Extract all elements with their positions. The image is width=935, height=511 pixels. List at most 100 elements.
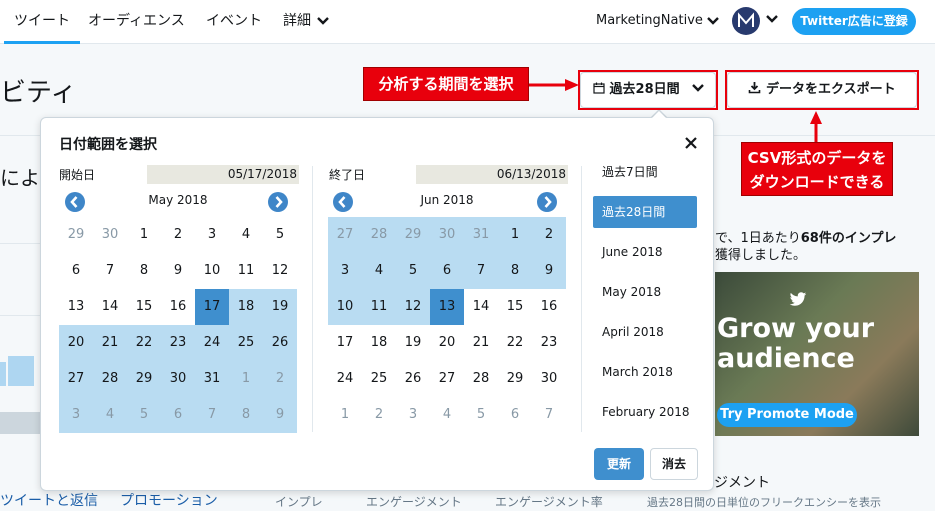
start-day-cell[interactable]: 15: [127, 289, 161, 325]
start-day-cell[interactable]: 2: [161, 217, 195, 253]
end-day-cell[interactable]: 12: [396, 289, 430, 325]
prev-month-button[interactable]: [65, 192, 85, 212]
end-day-cell[interactable]: 6: [498, 397, 532, 433]
end-day-cell[interactable]: 22: [498, 325, 532, 361]
preset-item[interactable]: April 2018: [593, 316, 697, 348]
end-day-cell[interactable]: 26: [396, 361, 430, 397]
tab-audience[interactable]: オーディエンス: [88, 0, 185, 44]
tab-promotions[interactable]: プロモーション: [120, 490, 218, 510]
start-day-cell[interactable]: 3: [195, 217, 229, 253]
tab-more[interactable]: 詳細: [283, 0, 330, 44]
end-day-cell[interactable]: 27: [328, 217, 362, 253]
end-day-cell[interactable]: 4: [430, 397, 464, 433]
start-day-cell[interactable]: 6: [161, 397, 195, 433]
end-day-cell[interactable]: 25: [362, 361, 396, 397]
prev-month-button[interactable]: [333, 192, 353, 212]
end-day-cell[interactable]: 5: [396, 253, 430, 289]
start-day-cell[interactable]: 9: [263, 397, 297, 433]
start-day-cell[interactable]: 27: [59, 361, 93, 397]
start-day-cell[interactable]: 11: [229, 253, 263, 289]
start-day-cell[interactable]: 8: [127, 253, 161, 289]
end-day-cell[interactable]: 27: [430, 361, 464, 397]
start-day-cell[interactable]: 23: [161, 325, 195, 361]
avatar[interactable]: [732, 7, 760, 35]
start-day-cell[interactable]: 1: [127, 217, 161, 253]
end-day-cell[interactable]: 17: [328, 325, 362, 361]
start-day-cell[interactable]: 10: [195, 253, 229, 289]
end-day-cell[interactable]: 29: [498, 361, 532, 397]
start-day-cell[interactable]: 24: [195, 325, 229, 361]
end-day-cell[interactable]: 4: [362, 253, 396, 289]
end-day-cell[interactable]: 21: [464, 325, 498, 361]
start-day-cell[interactable]: 2: [263, 361, 297, 397]
end-day-cell[interactable]: 13: [430, 289, 464, 325]
start-day-cell[interactable]: 20: [59, 325, 93, 361]
tab-events[interactable]: イベント: [206, 0, 262, 44]
end-day-cell[interactable]: 31: [464, 217, 498, 253]
start-day-cell[interactable]: 3: [59, 397, 93, 433]
start-day-cell[interactable]: 5: [127, 397, 161, 433]
start-day-cell[interactable]: 17: [195, 289, 229, 325]
end-day-cell[interactable]: 7: [464, 253, 498, 289]
start-day-cell[interactable]: 14: [93, 289, 127, 325]
twitter-ads-button[interactable]: Twitter広告に登録: [792, 8, 916, 35]
tab-tweets-replies[interactable]: ツイートと返信: [0, 490, 98, 510]
end-day-cell[interactable]: 5: [464, 397, 498, 433]
start-date-input[interactable]: 05/17/2018: [147, 165, 299, 184]
next-month-button[interactable]: [537, 192, 557, 212]
end-day-cell[interactable]: 14: [464, 289, 498, 325]
start-day-cell[interactable]: 30: [93, 217, 127, 253]
chevron-down-icon[interactable]: [766, 14, 778, 24]
end-day-cell[interactable]: 9: [532, 253, 566, 289]
end-day-cell[interactable]: 15: [498, 289, 532, 325]
update-button[interactable]: 更新: [594, 448, 644, 480]
start-day-cell[interactable]: 30: [161, 361, 195, 397]
end-date-input[interactable]: 06/13/2018: [416, 165, 568, 184]
start-day-cell[interactable]: 18: [229, 289, 263, 325]
end-day-cell[interactable]: 8: [498, 253, 532, 289]
account-switcher[interactable]: MarketingNative: [596, 0, 719, 44]
start-day-cell[interactable]: 13: [59, 289, 93, 325]
start-day-cell[interactable]: 8: [229, 397, 263, 433]
start-day-cell[interactable]: 31: [195, 361, 229, 397]
end-day-cell[interactable]: 2: [532, 217, 566, 253]
try-promote-mode-button[interactable]: Try Promote Mode: [717, 403, 857, 427]
end-day-cell[interactable]: 16: [532, 289, 566, 325]
start-day-cell[interactable]: 6: [59, 253, 93, 289]
end-day-cell[interactable]: 20: [430, 325, 464, 361]
preset-item[interactable]: 過去28日間: [593, 196, 697, 228]
start-day-cell[interactable]: 26: [263, 325, 297, 361]
start-day-cell[interactable]: 25: [229, 325, 263, 361]
end-day-cell[interactable]: 1: [498, 217, 532, 253]
end-day-cell[interactable]: 7: [532, 397, 566, 433]
start-day-cell[interactable]: 16: [161, 289, 195, 325]
start-day-cell[interactable]: 19: [263, 289, 297, 325]
close-icon[interactable]: [683, 135, 699, 151]
next-month-button[interactable]: [268, 192, 288, 212]
end-day-cell[interactable]: 19: [396, 325, 430, 361]
start-day-cell[interactable]: 28: [93, 361, 127, 397]
end-day-cell[interactable]: 10: [328, 289, 362, 325]
preset-item[interactable]: March 2018: [593, 356, 697, 388]
start-day-cell[interactable]: 12: [263, 253, 297, 289]
end-day-cell[interactable]: 28: [464, 361, 498, 397]
start-day-cell[interactable]: 4: [93, 397, 127, 433]
end-day-cell[interactable]: 11: [362, 289, 396, 325]
end-day-cell[interactable]: 3: [396, 397, 430, 433]
start-day-cell[interactable]: 29: [127, 361, 161, 397]
tab-tweets[interactable]: ツイート: [4, 0, 80, 44]
start-day-cell[interactable]: 1: [229, 361, 263, 397]
end-day-cell[interactable]: 23: [532, 325, 566, 361]
preset-item[interactable]: 過去7日間: [593, 156, 697, 188]
start-day-cell[interactable]: 7: [93, 253, 127, 289]
start-day-cell[interactable]: 7: [195, 397, 229, 433]
start-day-cell[interactable]: 29: [59, 217, 93, 253]
start-day-cell[interactable]: 21: [93, 325, 127, 361]
end-day-cell[interactable]: 30: [430, 217, 464, 253]
start-day-cell[interactable]: 22: [127, 325, 161, 361]
end-day-cell[interactable]: 6: [430, 253, 464, 289]
end-day-cell[interactable]: 29: [396, 217, 430, 253]
end-day-cell[interactable]: 28: [362, 217, 396, 253]
start-day-cell[interactable]: 5: [263, 217, 297, 253]
preset-item[interactable]: June 2018: [593, 236, 697, 268]
